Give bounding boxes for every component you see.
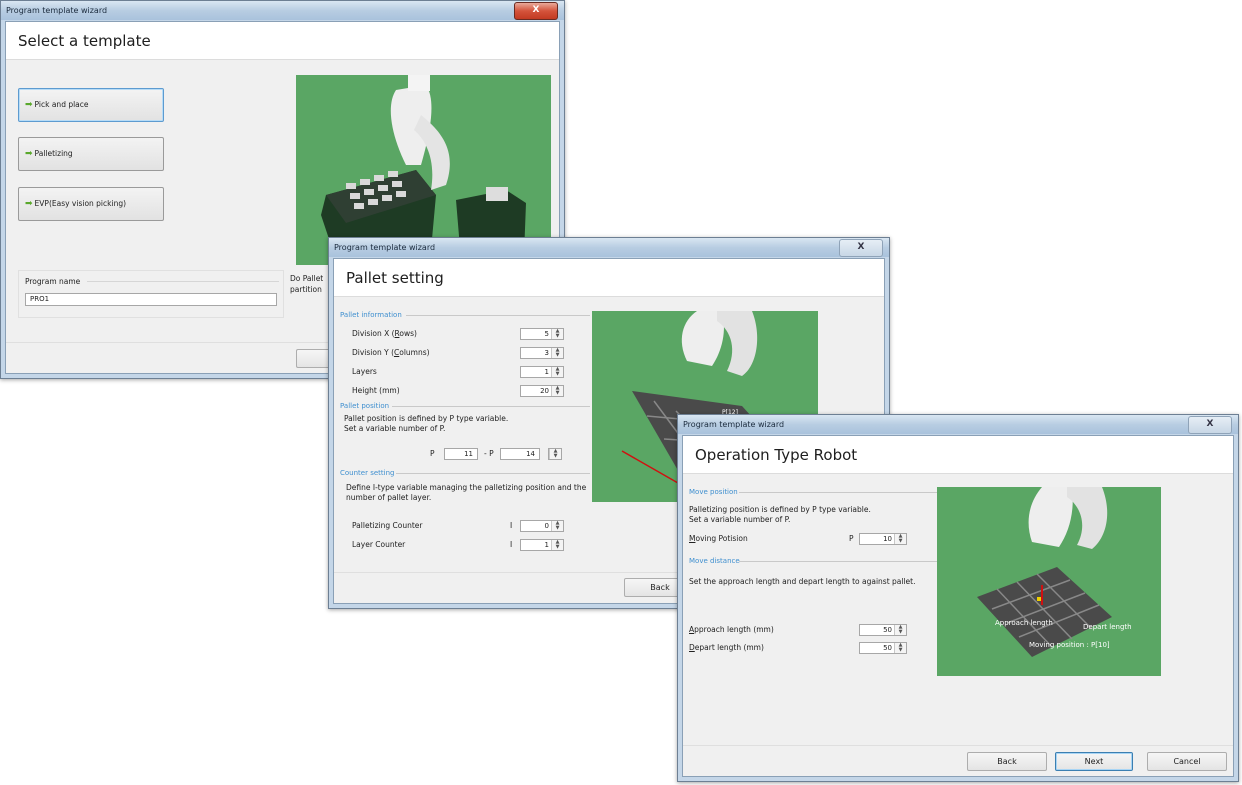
spinner-arrows-icon[interactable]: ▲ ▼ bbox=[894, 643, 906, 653]
approach-length-caption: Approach length bbox=[995, 619, 1053, 627]
p-to-spinner[interactable]: ▲ ▼ bbox=[548, 448, 562, 460]
spinner-arrows-icon[interactable]: ▲ ▼ bbox=[549, 449, 561, 459]
division-x-stepper[interactable]: 5 ▲ ▼ bbox=[520, 328, 564, 340]
spinner-arrows-icon[interactable]: ▲ ▼ bbox=[551, 540, 563, 550]
depart-length-caption: Depart length bbox=[1083, 623, 1132, 631]
palletizing-counter-label: Palletizing Counter bbox=[352, 521, 423, 530]
division-y-stepper[interactable]: 3 ▲ ▼ bbox=[520, 347, 564, 359]
window-titlebar[interactable]: Program template wizard bbox=[1, 1, 564, 20]
spinner-arrows-icon[interactable]: ▲ ▼ bbox=[894, 625, 906, 635]
cancel-button[interactable]: Cancel bbox=[1147, 752, 1227, 771]
next-button[interactable]: Next bbox=[1055, 752, 1133, 771]
window-title: Program template wizard bbox=[334, 243, 436, 252]
move-position-section: Move position bbox=[689, 488, 937, 496]
layers-label: Layers bbox=[352, 367, 377, 376]
pallet-position-section: Pallet position bbox=[340, 402, 590, 410]
template-palletizing-button[interactable]: ➡ Palletizing bbox=[18, 137, 164, 171]
moving-position-prefix: P bbox=[849, 534, 854, 543]
close-button[interactable]: X bbox=[839, 239, 883, 257]
window-title: Program template wizard bbox=[683, 420, 785, 429]
page-title: Pallet setting bbox=[334, 259, 884, 297]
p-to-label: - P bbox=[484, 449, 494, 458]
counter-text-2: number of pallet layer. bbox=[346, 493, 432, 502]
arrow-right-icon: ➡ bbox=[25, 100, 33, 110]
layer-counter-stepper[interactable]: 1 ▲ ▼ bbox=[520, 539, 564, 551]
move-position-text-2: Set a variable number of P. bbox=[689, 515, 791, 524]
back-button[interactable]: Back bbox=[967, 752, 1047, 771]
division-x-label: Division X (Rows) bbox=[352, 329, 417, 338]
operation-robot-illustration: Approach length Depart length Moving pos… bbox=[977, 487, 1132, 657]
palletizing-counter-prefix: I bbox=[510, 521, 513, 530]
template-pick-and-place-button[interactable]: ➡ Pick and place bbox=[18, 88, 164, 122]
counter-setting-section: Counter setting bbox=[340, 469, 590, 477]
approach-length-label: Approach length (mm) bbox=[689, 625, 774, 634]
description-line-1: Do Pallet bbox=[290, 274, 324, 283]
height-stepper[interactable]: 20 ▲ ▼ bbox=[520, 385, 564, 397]
depart-length-stepper[interactable]: 50 ▲ ▼ bbox=[859, 642, 907, 654]
p-from-input[interactable]: 11 bbox=[444, 448, 478, 460]
spinner-arrows-icon[interactable]: ▲ ▼ bbox=[551, 386, 563, 396]
footer-bar: Back Next Cancel bbox=[683, 745, 1233, 776]
window-titlebar[interactable]: Program template wizard bbox=[329, 238, 889, 257]
moving-position-stepper[interactable]: 10 ▲ ▼ bbox=[859, 533, 907, 545]
p-from-label: P bbox=[430, 449, 435, 458]
window-client: Operation Type Robot Move position Palle… bbox=[682, 435, 1234, 777]
layer-counter-label: Layer Counter bbox=[352, 540, 406, 549]
arrow-right-icon: ➡ bbox=[25, 149, 33, 159]
spinner-arrows-icon[interactable]: ▲ ▼ bbox=[551, 521, 563, 531]
counter-text-1: Define I-type variable managing the pall… bbox=[346, 483, 587, 492]
spinner-arrows-icon[interactable]: ▲ ▼ bbox=[551, 367, 563, 377]
spinner-arrows-icon[interactable]: ▲ ▼ bbox=[551, 348, 563, 358]
close-button[interactable]: X bbox=[514, 2, 558, 20]
move-distance-section: Move distance bbox=[689, 557, 937, 565]
operation-preview-image: Approach length Depart length Moving pos… bbox=[937, 487, 1161, 676]
program-name-label: Program name bbox=[25, 277, 81, 286]
page-title: Select a template bbox=[6, 22, 559, 60]
spinner-arrows-icon[interactable]: ▲ ▼ bbox=[551, 329, 563, 339]
template-evp-button[interactable]: ➡ EVP(Easy vision picking) bbox=[18, 187, 164, 221]
program-name-input[interactable]: PRO1 bbox=[25, 293, 277, 306]
pallet-information-section: Pallet information bbox=[340, 311, 590, 319]
close-button[interactable]: X bbox=[1188, 416, 1232, 434]
moving-position-label: Moving Potision bbox=[689, 534, 748, 543]
arrow-right-icon: ➡ bbox=[25, 199, 33, 209]
page-title: Operation Type Robot bbox=[683, 436, 1233, 474]
layer-counter-prefix: I bbox=[510, 540, 513, 549]
program-name-group: Program name PRO1 bbox=[18, 270, 284, 318]
description-line-2: partition bbox=[290, 285, 322, 294]
window-titlebar[interactable]: Program template wizard bbox=[678, 415, 1238, 434]
spinner-arrows-icon[interactable]: ▲ ▼ bbox=[894, 534, 906, 544]
window-title: Program template wizard bbox=[6, 6, 108, 15]
moving-position-caption: Moving position : P[10] bbox=[1029, 641, 1110, 649]
division-y-label: Division Y (Columns) bbox=[352, 348, 430, 357]
move-position-text-1: Palletizing position is defined by P typ… bbox=[689, 505, 871, 514]
layers-stepper[interactable]: 1 ▲ ▼ bbox=[520, 366, 564, 378]
height-label: Height (mm) bbox=[352, 386, 400, 395]
pallet-position-text-1: Pallet position is defined by P type var… bbox=[344, 414, 509, 423]
move-distance-text: Set the approach length and depart lengt… bbox=[689, 577, 916, 586]
palletizing-counter-stepper[interactable]: 0 ▲ ▼ bbox=[520, 520, 564, 532]
p-to-input[interactable]: 14 bbox=[500, 448, 540, 460]
approach-length-stepper[interactable]: 50 ▲ ▼ bbox=[859, 624, 907, 636]
window-operation-type-robot: Program template wizard X Operation Type… bbox=[677, 414, 1239, 782]
depart-length-label: Depart length (mm) bbox=[689, 643, 764, 652]
pallet-position-text-2: Set a variable number of P. bbox=[344, 424, 446, 433]
